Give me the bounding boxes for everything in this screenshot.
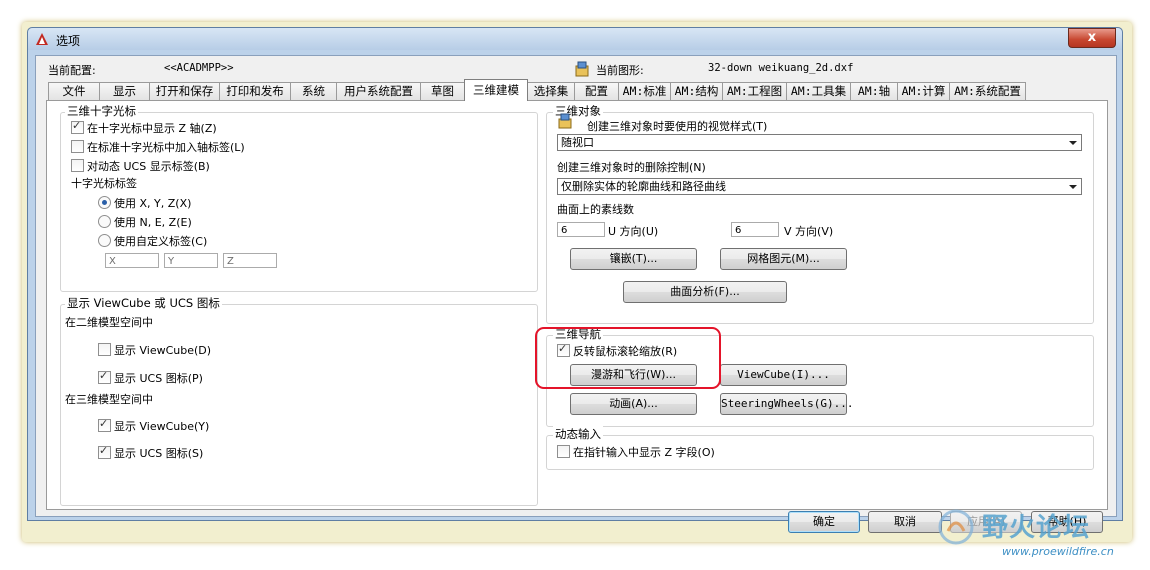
chevron-down-icon bbox=[1069, 185, 1077, 189]
isolines-label: 曲面上的素线数 bbox=[557, 203, 634, 216]
use-xyz-radio[interactable] bbox=[98, 196, 111, 209]
window-title: 选项 bbox=[56, 34, 81, 48]
viewcube-settings-button[interactable]: ViewCube(I)... bbox=[720, 364, 847, 386]
v-direction-label: V 方向(V) bbox=[784, 225, 834, 238]
viewcube-title: 显示 ViewCube 或 UCS 图标 bbox=[65, 295, 222, 311]
v-isolines-input[interactable]: 6 bbox=[731, 222, 779, 237]
watermark-url: www.proewildfire.cn bbox=[1002, 545, 1114, 558]
dynamic-input-title: 动态输入 bbox=[553, 426, 603, 442]
tab-drafting[interactable]: 草图 bbox=[420, 82, 465, 100]
visual-style-value: 随视口 bbox=[561, 136, 594, 149]
use-nez-radio[interactable] bbox=[98, 215, 111, 228]
crosshair-labels-title: 十字光标标签 bbox=[71, 177, 137, 190]
close-button[interactable]: x bbox=[1068, 28, 1116, 48]
u-direction-label: U 方向(U) bbox=[608, 225, 659, 238]
use-xyz-label: 使用 X, Y, Z(X) bbox=[114, 197, 192, 210]
watermark-text: 野火论坛 bbox=[982, 513, 1091, 543]
use-custom-radio[interactable] bbox=[98, 234, 111, 247]
ok-button[interactable]: 确定 bbox=[788, 511, 860, 533]
visual-style-icon bbox=[558, 113, 572, 129]
u-isolines-input[interactable]: 6 bbox=[557, 222, 605, 237]
tab-profiles[interactable]: 配置 bbox=[574, 82, 619, 100]
chevron-down-icon bbox=[1069, 141, 1077, 145]
tab-files[interactable]: 文件 bbox=[48, 82, 100, 100]
watermark: 野火论坛 www.proewildfire.cn bbox=[936, 505, 1146, 567]
current-drawing-value: 32-down weikuang_2d.dxf bbox=[708, 62, 854, 74]
model-3d-title: 在三维模型空间中 bbox=[65, 393, 153, 406]
title-bar: 选项 x bbox=[28, 28, 1122, 50]
tab-am-calc[interactable]: AM:计算 bbox=[897, 82, 950, 100]
use-nez-label: 使用 N, E, Z(E) bbox=[114, 216, 192, 229]
tessellation-button[interactable]: 镶嵌(T)... bbox=[570, 248, 697, 270]
tab-am-shaft[interactable]: AM:轴 bbox=[850, 82, 898, 100]
surface-analysis-button[interactable]: 曲面分析(F)... bbox=[623, 281, 787, 303]
autocad-app-icon bbox=[36, 33, 48, 45]
steeringwheels-button[interactable]: SteeringWheels(G)... bbox=[720, 393, 853, 415]
tab-selection[interactable]: 选择集 bbox=[527, 82, 575, 100]
current-config-value: <<ACADMPP>> bbox=[164, 62, 234, 74]
use-custom-label: 使用自定义标签(C) bbox=[114, 235, 208, 248]
dynamic-ucs-labels-checkbox[interactable] bbox=[71, 159, 84, 172]
tab-am-structure[interactable]: AM:结构 bbox=[670, 82, 723, 100]
show-z-axis-checkbox[interactable] bbox=[71, 119, 84, 134]
tab-panel: 三维十字光标 在十字光标中显示 Z 轴(Z) 在标准十字光标中加入轴标签(L) … bbox=[46, 100, 1108, 510]
tab-system[interactable]: 系统 bbox=[290, 82, 337, 100]
dynamic-ucs-labels-label: 对动态 UCS 显示标签(B) bbox=[87, 160, 210, 173]
current-drawing-label: 当前图形: bbox=[596, 64, 644, 77]
custom-y-input[interactable]: Y bbox=[164, 253, 218, 268]
drawing-icon bbox=[575, 61, 589, 77]
axis-labels-checkbox[interactable] bbox=[71, 140, 84, 153]
3d-viewcube-label: 显示 ViewCube(Y) bbox=[114, 420, 210, 433]
visual-style-label: 创建三维对象时要使用的视觉样式(T) bbox=[587, 120, 768, 133]
tab-am-standard[interactable]: AM:标准 bbox=[618, 82, 671, 100]
custom-x-input[interactable]: X bbox=[105, 253, 159, 268]
delete-control-select[interactable]: 仅删除实体的轮廓曲线和路径曲线 bbox=[557, 178, 1082, 195]
2d-ucs-checkbox[interactable] bbox=[98, 369, 111, 384]
visual-style-select[interactable]: 随视口 bbox=[557, 134, 1082, 151]
delete-control-label: 创建三维对象时的删除控制(N) bbox=[557, 161, 706, 174]
show-z-field-checkbox[interactable] bbox=[557, 445, 570, 458]
tab-am-drawing[interactable]: AM:工程图 bbox=[722, 82, 787, 100]
highlight-annotation bbox=[535, 327, 721, 389]
3d-ucs-checkbox[interactable] bbox=[98, 444, 111, 459]
tab-am-toolset[interactable]: AM:工具集 bbox=[786, 82, 851, 100]
tab-am-sysconfig[interactable]: AM:系统配置 bbox=[949, 82, 1026, 100]
3d-viewcube-checkbox[interactable] bbox=[98, 417, 111, 432]
tab-plot-publish[interactable]: 打印和发布 bbox=[219, 82, 291, 100]
2d-viewcube-checkbox[interactable] bbox=[98, 343, 111, 356]
show-z-field-label: 在指针输入中显示 Z 字段(O) bbox=[573, 446, 715, 459]
axis-labels-label: 在标准十字光标中加入轴标签(L) bbox=[87, 141, 245, 154]
2d-viewcube-label: 显示 ViewCube(D) bbox=[114, 344, 212, 357]
options-dialog: 选项 x 当前配置: <<ACADMPP>> 当前图形: 32-down wei… bbox=[27, 27, 1123, 533]
cancel-button[interactable]: 取消 bbox=[868, 511, 942, 533]
crosshair-title: 三维十字光标 bbox=[65, 103, 138, 119]
animation-button[interactable]: 动画(A)... bbox=[570, 393, 697, 415]
mesh-primitives-button[interactable]: 网格图元(M)... bbox=[720, 248, 847, 270]
tab-display[interactable]: 显示 bbox=[99, 82, 150, 100]
tab-open-save[interactable]: 打开和保存 bbox=[149, 82, 220, 100]
show-z-axis-label: 在十字光标中显示 Z 轴(Z) bbox=[87, 122, 217, 135]
dialog-body: 当前配置: <<ACADMPP>> 当前图形: 32-down weikuang… bbox=[35, 55, 1117, 533]
3d-ucs-label: 显示 UCS 图标(S) bbox=[114, 447, 204, 460]
2d-ucs-label: 显示 UCS 图标(P) bbox=[114, 372, 203, 385]
model-2d-title: 在二维模型空间中 bbox=[65, 316, 153, 329]
custom-z-input[interactable]: Z bbox=[223, 253, 277, 268]
tab-user-prefs[interactable]: 用户系统配置 bbox=[336, 82, 421, 100]
current-config-label: 当前配置: bbox=[48, 64, 96, 77]
delete-control-value: 仅删除实体的轮廓曲线和路径曲线 bbox=[561, 180, 726, 193]
tab-3d-modeling[interactable]: 三维建模 bbox=[464, 79, 528, 101]
watermark-logo-icon bbox=[938, 509, 974, 545]
